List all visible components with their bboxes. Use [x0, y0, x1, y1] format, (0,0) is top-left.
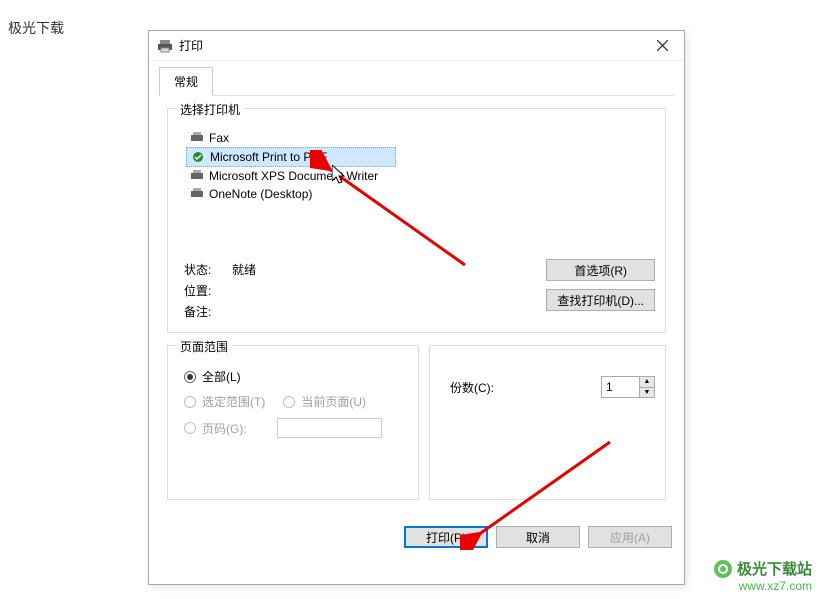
radio-selection: 选定范围(T) 当前页面(U) — [184, 393, 408, 410]
printer-item-label: Microsoft Print to PDF — [210, 150, 327, 164]
print-dialog: 打印 常规 选择打印机 Fax Microsoft Print to PDF — [148, 30, 685, 585]
radio-all-label: 全部(L) — [202, 368, 241, 385]
radio-icon — [184, 396, 196, 408]
group-select-printer-title: 选择打印机 — [176, 101, 244, 118]
comment-label: 备注: — [184, 303, 232, 320]
spin-up-icon[interactable]: ▲ — [640, 377, 654, 388]
group-page-range: 页面范围 全部(L) 选定范围(T) 当前页面(U) — [167, 345, 419, 500]
radio-pages-label: 页码(G): — [202, 420, 247, 437]
tab-general[interactable]: 常规 — [159, 67, 213, 96]
preferences-button[interactable]: 首选项(R) — [546, 259, 655, 281]
printer-item-xps[interactable]: Microsoft XPS Document Writer — [186, 167, 655, 185]
copies-row: 份数(C): ▲ ▼ — [450, 376, 655, 398]
dialog-buttons: 打印(P) 取消 应用(A) — [149, 520, 684, 552]
apply-button: 应用(A) — [588, 526, 672, 548]
printer-small-icon — [190, 170, 204, 182]
radio-pages: 页码(G): — [184, 418, 408, 438]
group-select-printer: 选择打印机 Fax Microsoft Print to PDF Microso… — [167, 108, 666, 333]
close-button[interactable] — [640, 31, 684, 61]
radio-current-label: 当前页面(U) — [301, 393, 366, 410]
find-printer-button[interactable]: 查找打印机(D)... — [546, 289, 655, 311]
printer-side-buttons: 首选项(R) 查找打印机(D)... — [546, 259, 655, 311]
status-value: 就绪 — [232, 261, 535, 278]
comment-row: 备注: — [184, 303, 535, 320]
radio-selection-label: 选定范围(T) — [202, 393, 265, 410]
spin-down-icon[interactable]: ▼ — [640, 388, 654, 398]
group-copies: 份数(C): ▲ ▼ — [429, 345, 666, 500]
dialog-title: 打印 — [179, 37, 640, 54]
printer-default-icon — [191, 151, 205, 163]
radio-icon — [184, 371, 196, 383]
location-row: 位置: — [184, 282, 535, 299]
watermark-logo-icon — [713, 559, 733, 579]
printer-list: Fax Microsoft Print to PDF Microsoft XPS… — [186, 129, 655, 203]
print-button[interactable]: 打印(P) — [404, 526, 488, 548]
printer-item-label: Microsoft XPS Document Writer — [209, 169, 378, 183]
cancel-button[interactable]: 取消 — [496, 526, 580, 548]
copies-spinner[interactable]: ▲ ▼ — [601, 376, 655, 398]
page-watermark-top: 极光下载 — [8, 18, 64, 38]
printer-item-label: Fax — [209, 131, 229, 145]
tab-content: 选择打印机 Fax Microsoft Print to PDF Microso… — [159, 95, 674, 520]
location-label: 位置: — [184, 282, 232, 299]
pages-input — [277, 418, 382, 438]
watermark-url: www.xz7.com — [713, 579, 812, 593]
page-watermark-bottom: 极光下载站 www.xz7.com — [713, 558, 812, 593]
printer-item-label: OneNote (Desktop) — [209, 187, 312, 201]
spinner-buttons[interactable]: ▲ ▼ — [639, 376, 655, 398]
printer-icon — [157, 38, 173, 54]
group-page-range-title: 页面范围 — [176, 338, 232, 355]
cursor-icon — [332, 165, 348, 187]
title-bar: 打印 — [149, 31, 684, 61]
status-row: 状态: 就绪 — [184, 261, 535, 278]
printer-small-icon — [190, 188, 204, 200]
radio-icon — [283, 396, 295, 408]
printer-item-onenote[interactable]: OneNote (Desktop) — [186, 185, 655, 203]
tab-row: 常规 — [149, 61, 684, 96]
printer-item-pdf[interactable]: Microsoft Print to PDF — [186, 147, 396, 167]
radio-icon — [184, 422, 196, 434]
printer-item-fax[interactable]: Fax — [186, 129, 655, 147]
printer-small-icon — [190, 132, 204, 144]
copies-input[interactable] — [601, 376, 639, 398]
lower-panels: 页面范围 全部(L) 选定范围(T) 当前页面(U) — [167, 345, 666, 512]
status-label: 状态: — [184, 261, 232, 278]
watermark-name: 极光下载站 — [737, 558, 812, 579]
radio-all[interactable]: 全部(L) — [184, 368, 408, 385]
copies-label: 份数(C): — [450, 379, 494, 396]
